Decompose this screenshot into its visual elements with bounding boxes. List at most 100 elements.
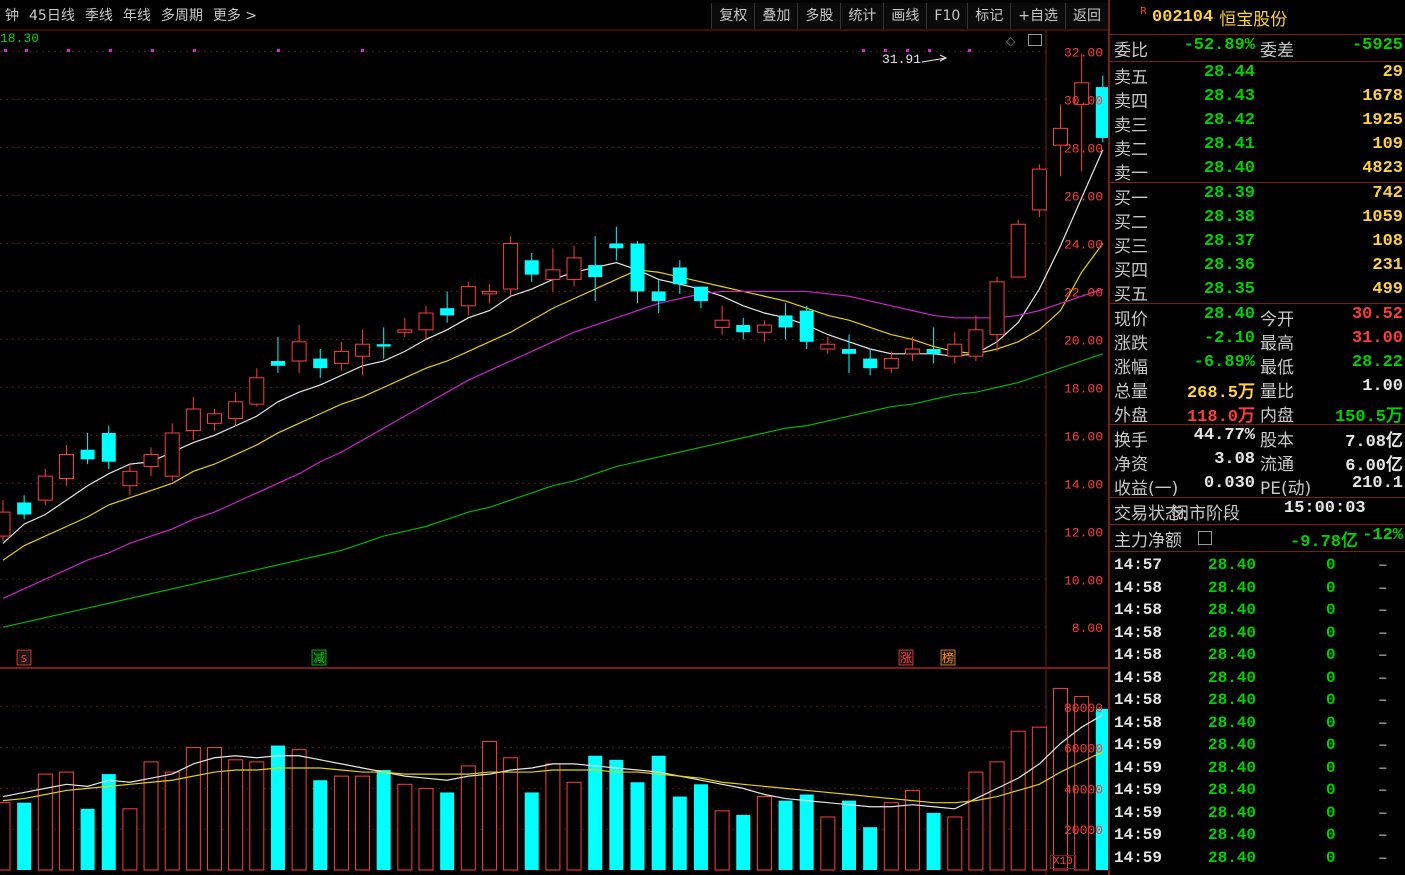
volume-bar [778,800,793,870]
fundamental-stats: 换手 44.77% 股本 7.08亿 净资 3.08 流通 6.00亿 收益(一) 0.030 PE… [1110,424,1405,499]
diamond-icon[interactable]: ◇ [1006,34,1015,48]
candle [1031,164,1047,218]
bid-label: 买二 [1114,213,1148,233]
candle-body [609,243,624,249]
overlay-button[interactable]: 叠加 [754,3,798,29]
bid-row: 买四 28.36 231 [1110,255,1405,281]
tick-flag: – [1378,691,1388,709]
tick-time: 14:59 [1114,848,1163,867]
tick-row: 14:58 28.40 0 – [1110,623,1405,646]
tick-list[interactable]: 14:57 28.40 0–14:58 28.40 0–14:58 28.40 0–14:5… [1110,551,1405,870]
volume-bar [0,802,11,871]
ask-price: 28.41 [1203,135,1255,154]
main-flow-icon[interactable] [1198,531,1212,545]
tick-flag: – [1378,578,1388,597]
rating-badge: R [1140,6,1147,17]
tick-volume: 0 [1326,691,1336,709]
period-year[interactable]: 年线 [118,6,156,26]
tick-volume: 0 [1326,713,1336,732]
ask-volume: 1925 [1362,111,1403,130]
stat-label: 净资 [1114,455,1148,475]
ask-label: 卖三 [1114,116,1148,136]
multi-period-button[interactable]: 多周期 [156,6,208,26]
candle-body [17,502,32,515]
candle-body [481,290,497,295]
candle-body [566,257,582,280]
candle-body [440,308,455,316]
stat-value: -6.89% [1193,353,1255,372]
multi-stock-button[interactable]: 多股 [797,3,841,29]
volume-bar [968,771,984,871]
volume-bar [503,757,519,871]
tick-price: 28.40 [1208,826,1257,844]
back-button[interactable]: 返回 [1065,3,1108,29]
tick-row: 14:59 28.40 0 – [1110,803,1405,826]
tick-volume: 0 [1326,646,1336,664]
price-axis-label: 28.00 [1064,142,1103,157]
stat-label-2: 今开 [1260,310,1294,330]
tick-price: 28.40 [1208,736,1257,754]
tick-time: 14:59 [1114,758,1163,777]
candle-body [756,324,772,333]
bid-label: 买一 [1114,189,1148,209]
kline-chart-area[interactable]: 32.00 30.00 28.00 26.00 24.00 22.00 20.00 18.00… [0,0,1108,875]
marker-dot [862,49,865,52]
volume-bar [17,802,32,870]
stat-value: 44.77% [1193,426,1255,445]
stat-value-2: 28.22 [1351,353,1403,372]
volume-bar [249,761,265,871]
period-45day[interactable]: 45日线 [24,6,80,26]
period-quarter[interactable]: 季线 [80,6,118,26]
stat-value: 28.40 [1203,305,1255,324]
stat-value-2: 150.5万 [1334,408,1403,427]
candle-body [101,432,116,462]
price-axis-label: 10.00 [1064,573,1103,588]
candle-body [778,315,793,328]
stat-value-2: 210.1 [1351,474,1403,493]
volume-bar [989,761,1005,871]
candle-body [333,350,349,364]
weicha-value: -5925 [1351,36,1403,55]
candle-body [989,281,1005,336]
tick-volume: 0 [1326,736,1336,754]
stat-label-2: 量比 [1260,382,1294,402]
price-axis-label: 14.00 [1064,477,1103,492]
draw-line-button[interactable]: 画线 [883,3,927,29]
volume-bar [397,783,413,871]
candle-body [460,286,476,307]
volume-bar [440,792,455,870]
volume-axis-label: 20000 [1064,823,1103,838]
mark-button[interactable]: 标记 [967,3,1011,29]
kline-chart[interactable]: 32.00 30.00 28.00 26.00 24.00 22.00 20.00 18.00… [0,0,1108,875]
more-button[interactable]: 更多 > [208,6,262,26]
add-watchlist-button[interactable]: +自选 [1010,3,1065,29]
panel-toggle-icon[interactable] [1028,34,1042,46]
candle-body [545,269,561,280]
candle-body [820,343,836,350]
volume-bar [714,810,730,871]
tick-price: 28.40 [1208,578,1257,597]
candle-body [0,511,11,537]
bid-volume: 499 [1372,280,1403,299]
f10-button[interactable]: F10 [926,3,968,29]
ask-price: 28.44 [1203,63,1255,82]
quote-panel: R 002104 恒宝股份 委比 -52.89% 委差 -5925 卖五 28.4… [1108,0,1405,875]
period-minute[interactable]: 钟 [0,6,24,26]
stat-label: 总量 [1114,382,1148,402]
adjust-button[interactable]: 复权 [711,3,755,29]
tick-flag: – [1378,668,1388,687]
candle-body [883,358,899,369]
stat-label-2: PE(动) [1260,479,1312,499]
candle-body [736,325,751,333]
tick-time: 14:58 [1114,623,1163,642]
stats-button[interactable]: 统计 [840,3,884,29]
ask-book: 卖五 28.44 29 卖四 28.43 1678 卖三 28.42 1925 卖二 28.41 10… [1110,61,1405,184]
candle-body [863,358,878,369]
stat-row: 外盘 118.0万 内盘 150.5万 [1110,400,1405,427]
ask-volume: 109 [1372,135,1403,154]
bid-label: 买三 [1114,237,1148,257]
tick-volume: 0 [1326,623,1336,642]
ask-row: 卖三 28.42 1925 [1110,110,1405,136]
candle-body [355,343,371,357]
candle-body [122,470,138,487]
